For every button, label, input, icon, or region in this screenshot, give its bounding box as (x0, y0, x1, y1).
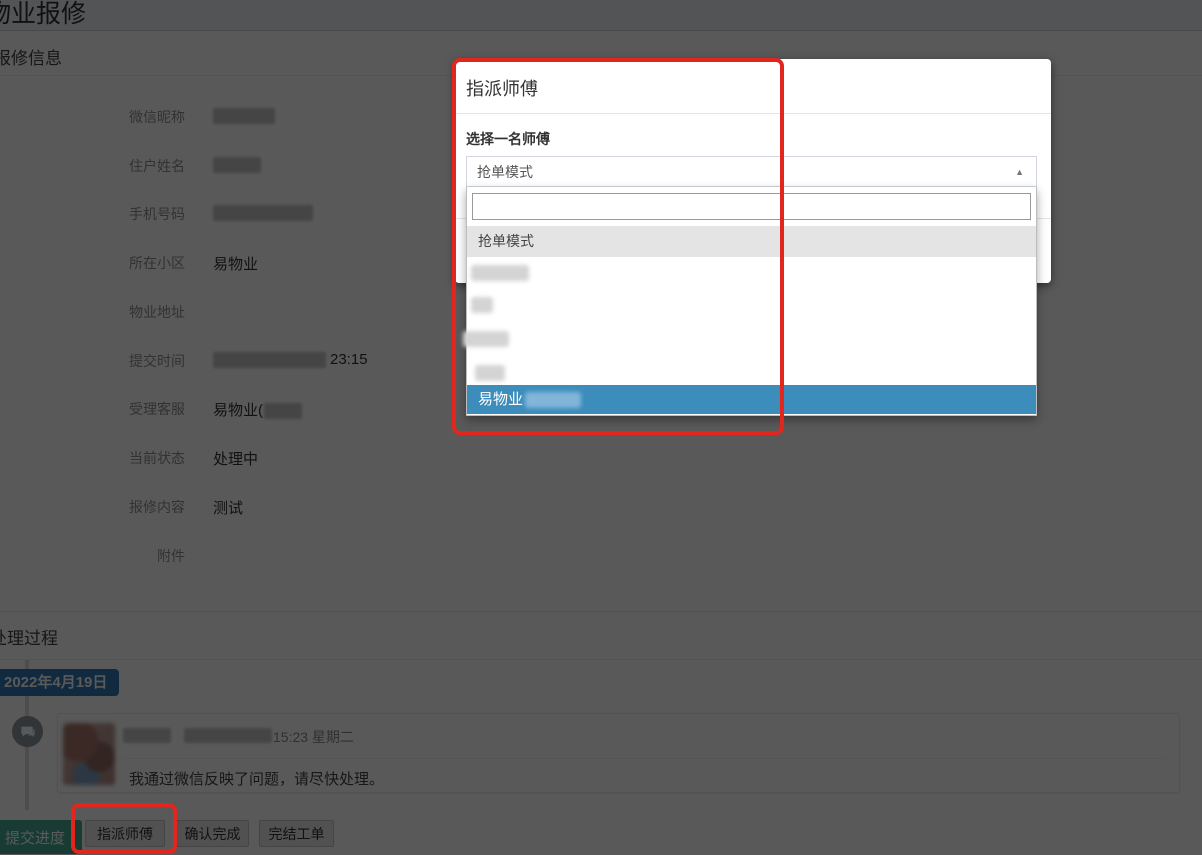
option-yiwuye-master[interactable]: 易物业 (467, 385, 1036, 414)
dropdown-option-list: 抢单模式 易物业 (463, 226, 1036, 414)
master-select-dropdown: 抢单模式 易物业 (463, 187, 1037, 416)
redacted-option (471, 265, 529, 281)
option-redacted[interactable] (467, 289, 1036, 321)
option-yiwuye-label: 易物业 (478, 391, 524, 408)
page-root: 物业报修 报修信息 微信昵称 住户姓名 手机号码 所在小区 易物业 物业地址 提… (0, 0, 1202, 855)
option-redacted[interactable] (463, 321, 1036, 353)
option-grab-mode[interactable]: 抢单模式 (467, 226, 1036, 257)
dropdown-search-input[interactable] (472, 193, 1031, 220)
chevron-up-icon: ▲ (1015, 167, 1024, 177)
master-select[interactable]: 抢单模式 ▲ (466, 156, 1037, 187)
option-redacted[interactable] (467, 353, 1036, 385)
modal-title: 指派师傅 (466, 79, 538, 99)
redacted-option (471, 297, 493, 313)
redacted-option-suffix (525, 392, 582, 409)
select-master-label: 选择一名师傅 (466, 131, 550, 147)
redacted-option (475, 365, 505, 381)
master-select-value: 抢单模式 (477, 163, 533, 180)
modal-header-divider (455, 113, 1051, 114)
option-redacted[interactable] (467, 257, 1036, 289)
redacted-option (463, 331, 509, 347)
